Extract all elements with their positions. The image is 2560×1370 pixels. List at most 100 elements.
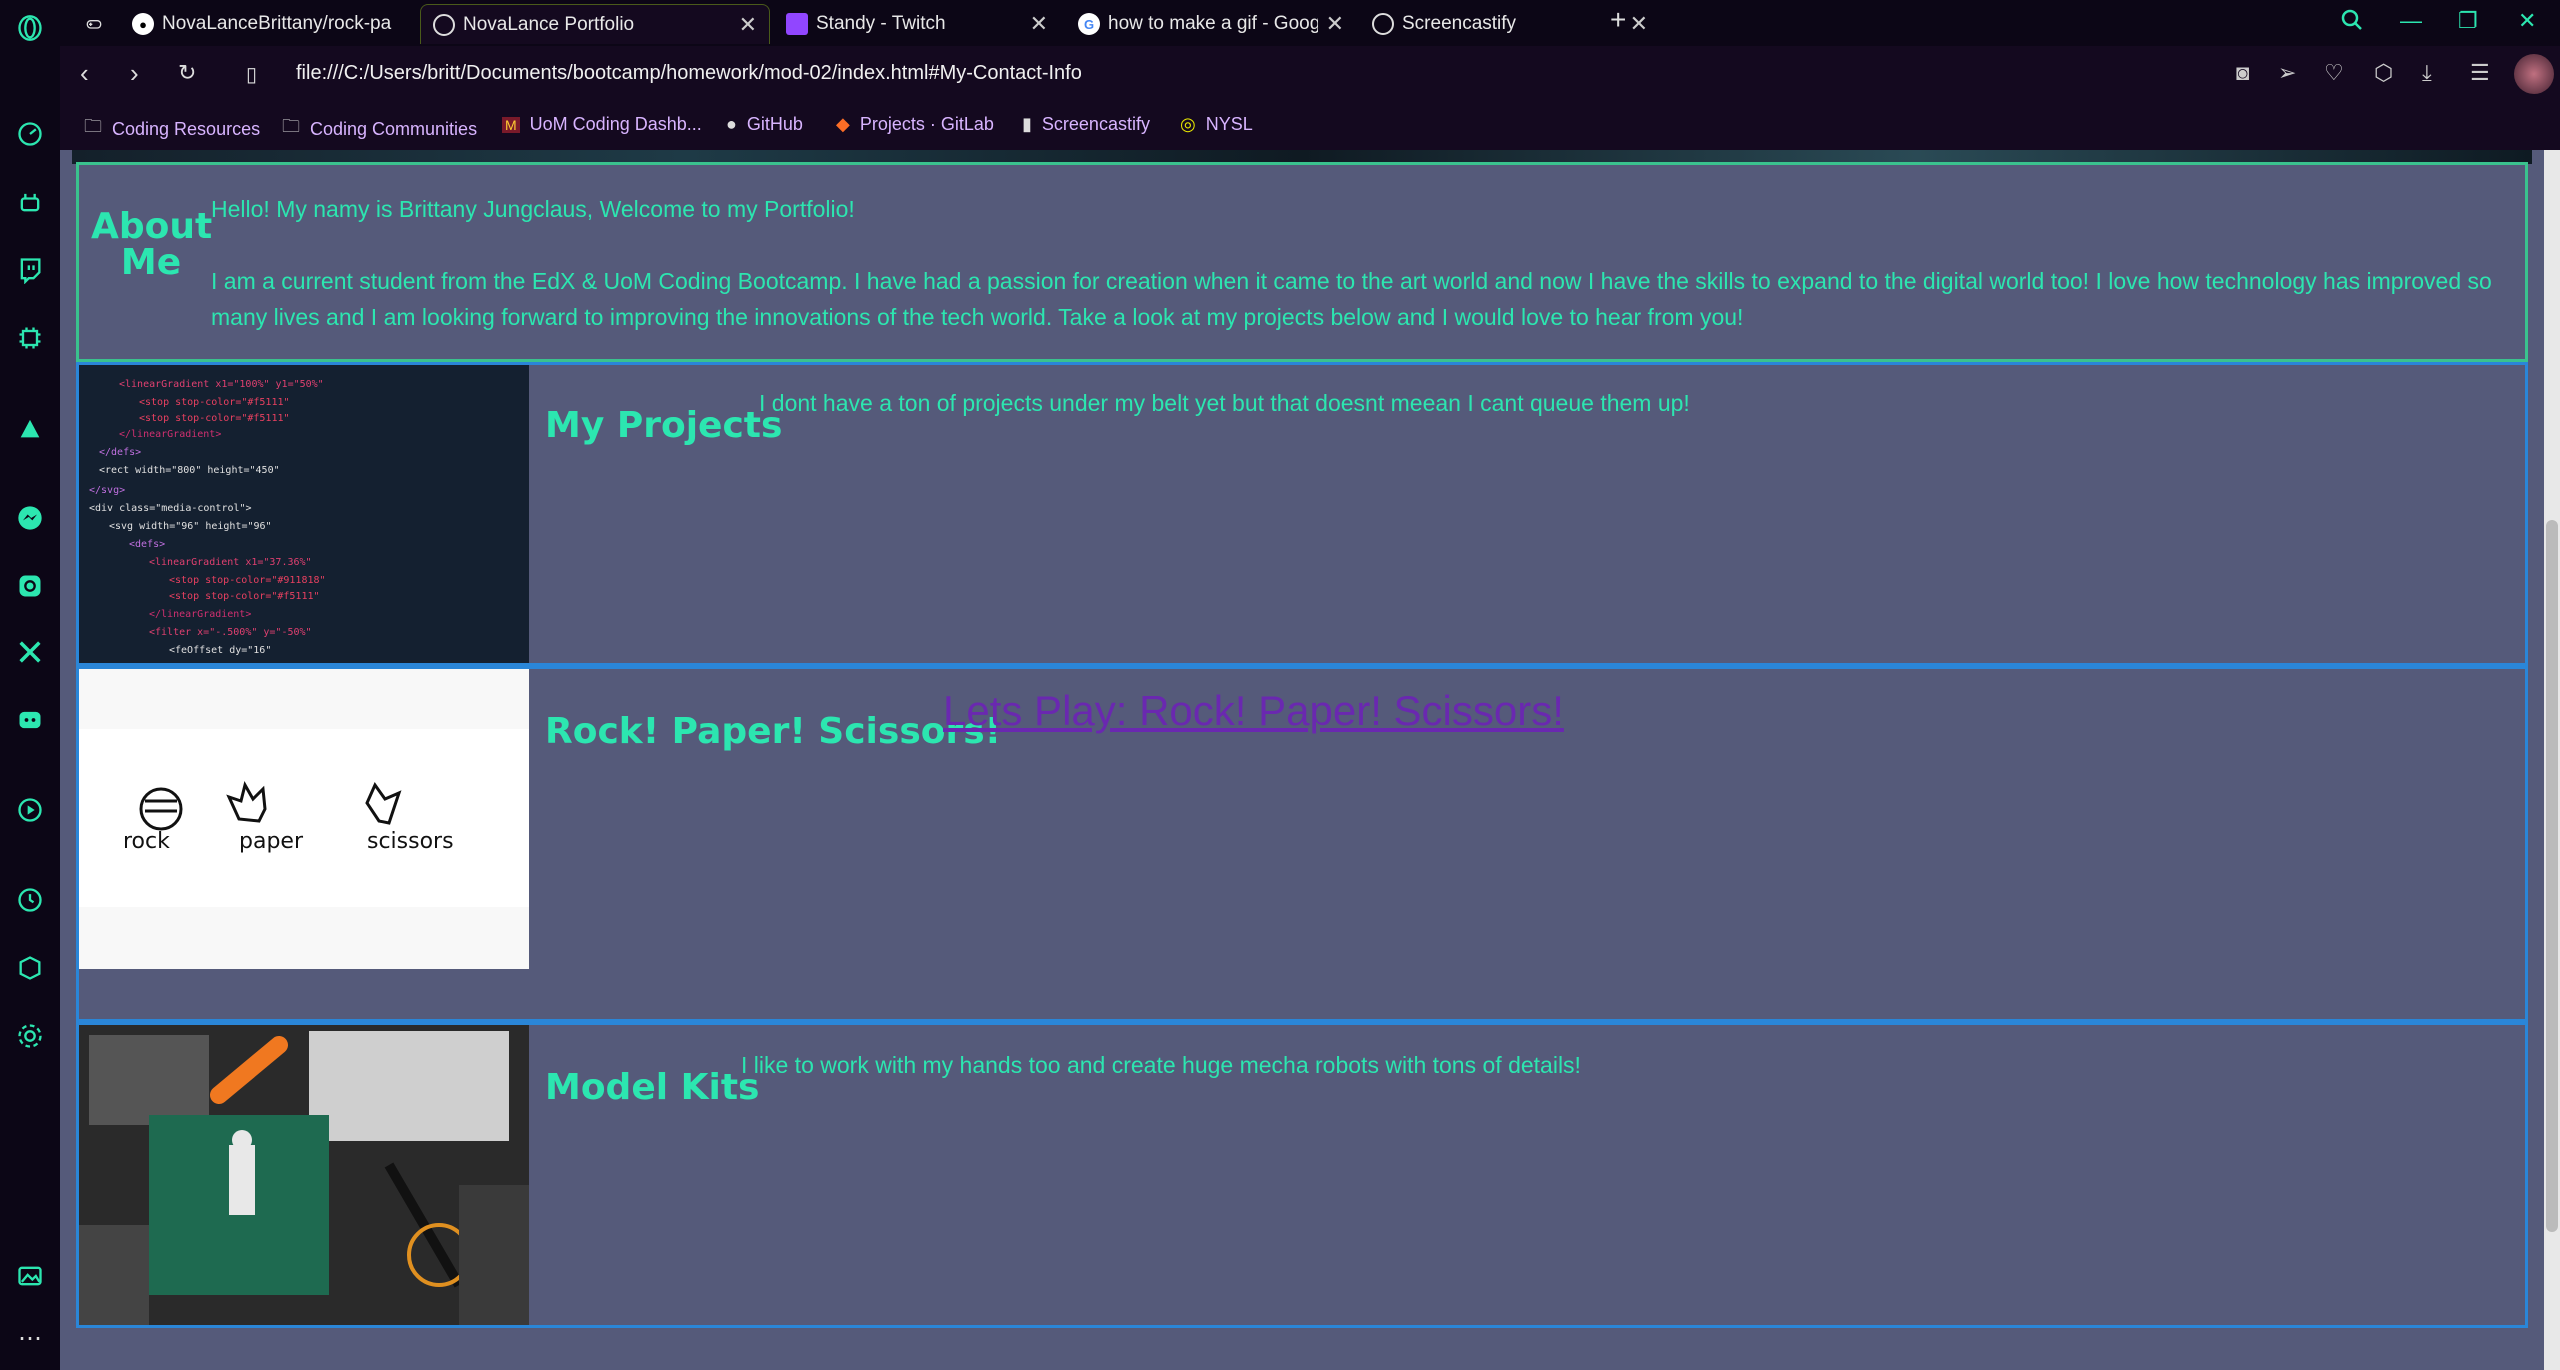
bookmark-gitlab[interactable]: ◆ Projects · GitLab: [836, 114, 994, 135]
camera-icon[interactable]: ◙: [2236, 60, 2249, 86]
tab-github[interactable]: ● NovaLanceBrittany/rock-pa ✕: [120, 4, 460, 44]
code-screenshot-image: <linearGradient x1="100%" y1="50%" <stop…: [79, 365, 529, 663]
svg-text:<stop stop-color="#f5111": <stop stop-color="#f5111": [169, 591, 320, 602]
tab-title: Standy - Twitch: [816, 13, 946, 34]
rock-label: rock: [123, 829, 170, 854]
projects-text: I dont have a ton of projects under my b…: [759, 390, 1690, 416]
close-icon[interactable]: ✕: [1030, 11, 1048, 37]
svg-text:<feOffset dy="16": <feOffset dy="16": [169, 645, 271, 656]
bookmarks-bar: 🗀 Coding Resources 🗀 Coding Communities …: [60, 104, 2560, 150]
search-tabs-icon[interactable]: [2340, 8, 2364, 38]
tab-twitch[interactable]: Standy - Twitch ✕: [774, 4, 1060, 44]
bookmark-label: Projects · GitLab: [859, 114, 994, 134]
heart-icon[interactable]: ♡: [2324, 60, 2344, 86]
tab-title: NovaLanceBrittany/rock-pa: [162, 13, 392, 34]
ai-assistant-icon[interactable]: [14, 186, 46, 218]
github-icon: ●: [132, 13, 154, 35]
close-icon[interactable]: ✕: [1630, 11, 1648, 37]
close-window-icon[interactable]: ✕: [2518, 8, 2536, 34]
bookmark-uom[interactable]: M UoM Coding Dashb...: [502, 114, 702, 135]
extensions-icon[interactable]: [14, 952, 46, 984]
easy-setup-icon[interactable]: ☰: [2470, 60, 2490, 86]
tab-google[interactable]: G how to make a gif - Google ✕: [1066, 4, 1356, 44]
svg-text:<svg width="96" height="96": <svg width="96" height="96": [109, 521, 272, 532]
twitch-icon[interactable]: [14, 254, 46, 286]
globe-icon: [433, 13, 455, 36]
svg-text:<stop stop-color="#f5111": <stop stop-color="#f5111": [139, 413, 290, 424]
new-tab-plus-icon[interactable]: +: [1610, 4, 1626, 36]
back-icon[interactable]: ‹: [80, 58, 89, 89]
history-icon[interactable]: [14, 884, 46, 916]
about-greeting: Hello! My namy is Brittany Jungclaus, We…: [211, 196, 855, 222]
file-icon: ▯: [246, 64, 258, 86]
url-input[interactable]: file:///C:/Users/britt/Documents/bootcam…: [296, 62, 1082, 85]
player-icon[interactable]: [14, 794, 46, 826]
tab-bar: ● NovaLanceBrittany/rock-pa ✕ NovaLance …: [60, 0, 2560, 46]
discord-icon[interactable]: [14, 704, 46, 736]
bookmark-label: Coding Resources: [112, 118, 261, 139]
tab-portfolio[interactable]: NovaLance Portfolio ✕: [420, 4, 770, 44]
svg-text:</defs>: </defs>: [99, 447, 141, 458]
speed-dial-icon[interactable]: [14, 118, 46, 150]
address-bar: ‹ › ↻ ▯ file:///C:/Users/britt/Documents…: [60, 46, 2560, 104]
bookmark-label: UoM Coding Dashb...: [529, 114, 702, 134]
about-me-heading: About Me: [91, 206, 213, 283]
messenger-icon[interactable]: [14, 502, 46, 534]
model-kits-heading: Model Kits: [545, 1067, 760, 1108]
svg-text:</svg>: </svg>: [89, 485, 125, 496]
document-icon: ▮: [1022, 114, 1032, 134]
bookmark-github[interactable]: ● GitHub: [726, 114, 803, 135]
google-icon: G: [1078, 13, 1100, 35]
download-icon[interactable]: ⤓: [2422, 60, 2432, 86]
nysl-icon: ◎: [1180, 114, 1196, 134]
rps-heading: Rock! Paper! Scissors!: [545, 711, 1002, 752]
tab-title: NovaLance Portfolio: [463, 13, 635, 35]
browser-sidebar: ⋯: [0, 0, 60, 1370]
tab-title: Screencastify: [1402, 13, 1517, 34]
model-kits-section: Model Kits I like to work with my hands …: [76, 1022, 2528, 1328]
play-rps-link[interactable]: Lets Play: Rock! Paper! Scissors!: [943, 687, 1564, 735]
model-kits-text: I like to work with my hands too and cre…: [741, 1052, 1581, 1078]
folder-icon: 🗀: [282, 116, 300, 136]
maximize-icon[interactable]: ❐: [2458, 8, 2478, 34]
close-icon[interactable]: ✕: [739, 12, 757, 38]
uom-icon: M: [502, 116, 520, 133]
workspace-gamepad-icon[interactable]: [74, 4, 114, 44]
send-icon[interactable]: ➢: [2278, 60, 2296, 86]
about-body: I am a current student from the EdX & Uo…: [211, 268, 2492, 330]
reload-icon[interactable]: ↻: [178, 60, 196, 86]
model-kit-image: [79, 1025, 529, 1325]
svg-text:<linearGradient x1="100%" y1=": <linearGradient x1="100%" y1="50%": [119, 379, 324, 390]
bookmark-coding-resources[interactable]: 🗀 Coding Resources: [84, 114, 260, 144]
svg-text:<defs>: <defs>: [129, 539, 165, 550]
twitch-icon: [786, 13, 808, 35]
svg-text:</linearGradient>: </linearGradient>: [149, 609, 251, 620]
aria-icon[interactable]: [14, 412, 46, 444]
rps-image: rock paper scissors: [79, 669, 529, 969]
bookmark-screencastify[interactable]: ▮ Screencastify: [1022, 114, 1150, 135]
bookmark-coding-communities[interactable]: 🗀 Coding Communities: [282, 114, 477, 144]
minimize-icon[interactable]: —: [2400, 8, 2422, 34]
more-icon[interactable]: ⋯: [14, 1322, 46, 1354]
x-icon[interactable]: [14, 636, 46, 668]
bookmark-label: NYSL: [1205, 114, 1253, 134]
scrollbar-thumb[interactable]: [2546, 520, 2558, 1232]
close-icon[interactable]: ✕: [1326, 11, 1344, 37]
svg-text:<div class="media-control">: <div class="media-control">: [89, 503, 252, 514]
chip-icon[interactable]: [14, 322, 46, 354]
gallery-icon[interactable]: [14, 1260, 46, 1292]
github-icon: ●: [726, 114, 737, 134]
scissors-label: scissors: [367, 829, 454, 854]
settings-gear-icon[interactable]: [14, 1020, 46, 1052]
bookmark-label: Coding Communities: [310, 118, 478, 139]
paper-label: paper: [239, 829, 303, 854]
bookmark-label: Screencastify: [1041, 114, 1150, 134]
bookmark-nysl[interactable]: ◎ NYSL: [1180, 114, 1253, 135]
svg-text:<rect width="800" height="450": <rect width="800" height="450": [99, 465, 280, 476]
cube-icon[interactable]: ⬡: [2374, 60, 2393, 86]
profile-avatar[interactable]: [2514, 54, 2554, 94]
instagram-icon[interactable]: [14, 570, 46, 602]
forward-icon[interactable]: ›: [130, 58, 139, 89]
opera-logo-icon[interactable]: [14, 12, 46, 44]
tab-title: how to make a gif - Google: [1108, 13, 1318, 34]
